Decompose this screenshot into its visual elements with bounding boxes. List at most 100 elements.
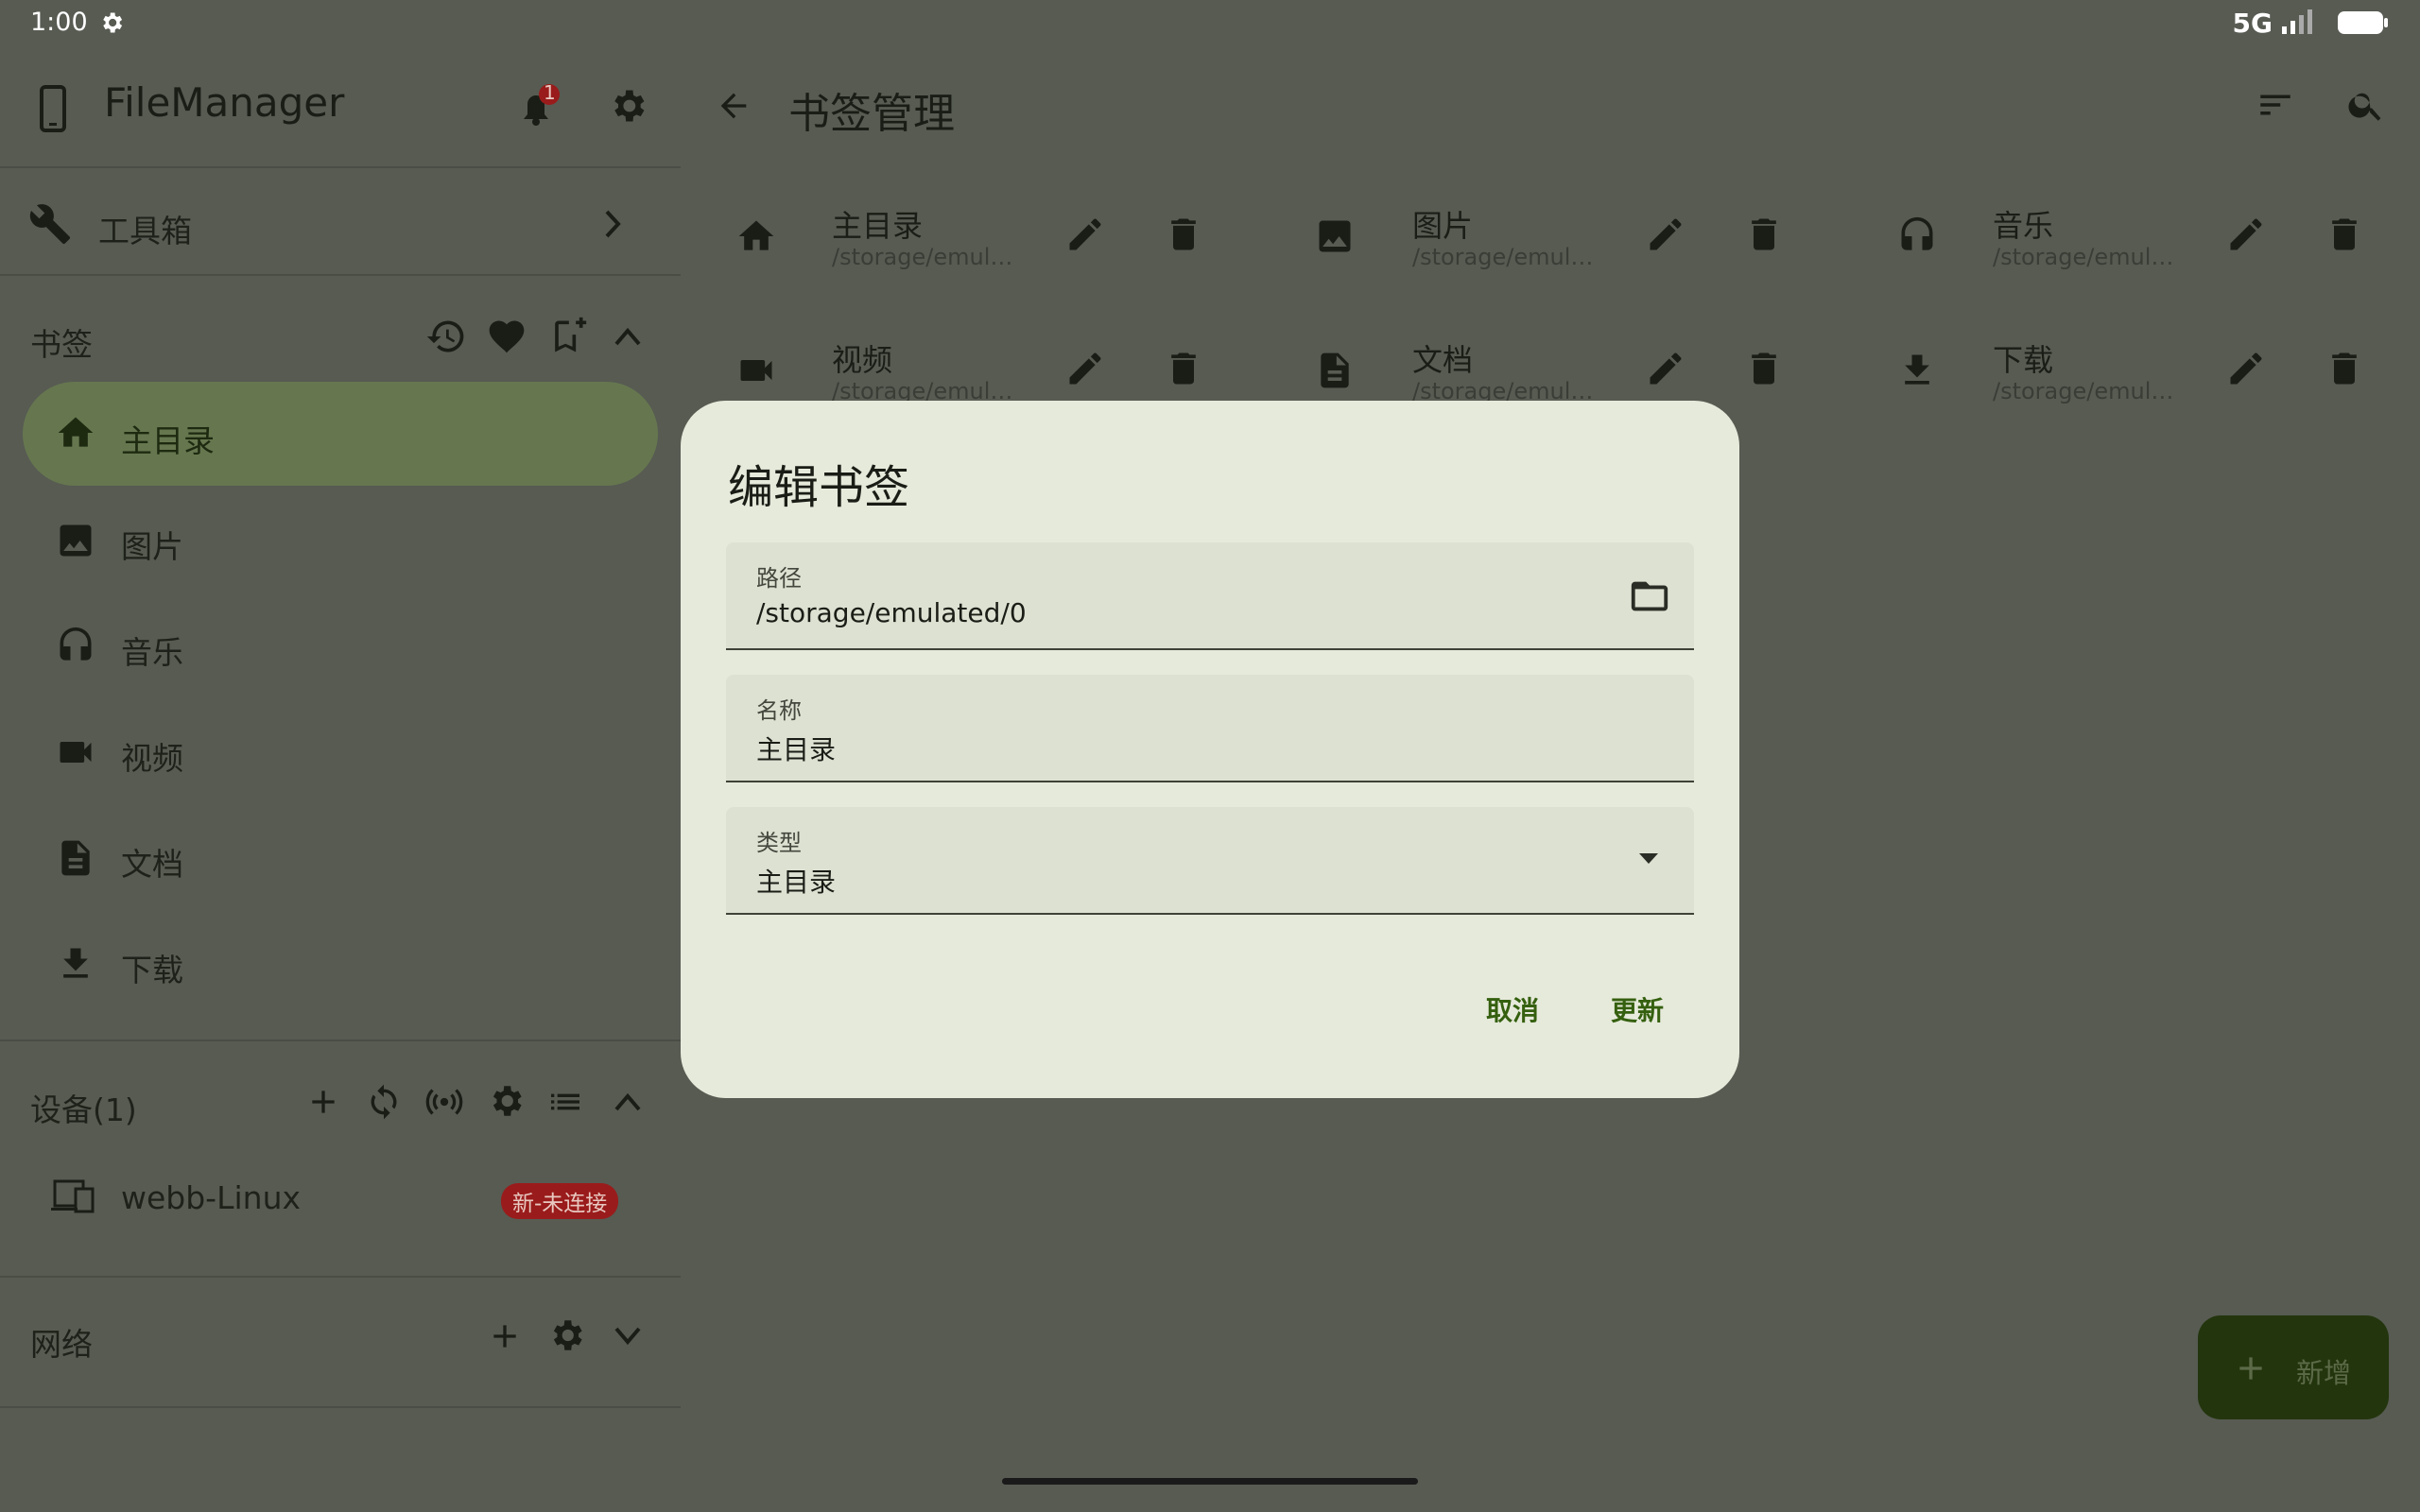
sidebar-item-label: 下载 bbox=[121, 952, 183, 988]
image-icon bbox=[1314, 215, 1356, 257]
headphones-icon bbox=[55, 626, 96, 667]
edit-pencil-icon[interactable] bbox=[1064, 348, 1106, 389]
type-field-value: 主目录 bbox=[756, 867, 837, 898]
document-icon bbox=[1314, 350, 1356, 391]
sync-icon[interactable] bbox=[365, 1083, 403, 1121]
toolbox-row[interactable]: 工具箱 bbox=[0, 168, 681, 282]
network-section-title: 网络 bbox=[30, 1326, 93, 1363]
sidebar-item-music[interactable]: 音乐 bbox=[23, 593, 658, 697]
devices-icon bbox=[51, 1177, 96, 1215]
videocam-icon bbox=[55, 731, 96, 773]
sidebar-item-home[interactable]: 主目录 bbox=[23, 382, 658, 486]
edit-pencil-icon[interactable] bbox=[2225, 214, 2267, 255]
app-title: FileManager bbox=[104, 79, 345, 126]
bookmark-name: 视频 bbox=[832, 342, 893, 378]
sidebar-item-label: 主目录 bbox=[121, 422, 215, 459]
bookmark-name: 下载 bbox=[1993, 342, 2054, 378]
delete-trash-icon[interactable] bbox=[1163, 214, 1204, 255]
wrench-icon bbox=[28, 202, 72, 246]
bookmark-card[interactable]: 文档 /storage/emul… bbox=[1297, 321, 1864, 401]
plus-icon bbox=[2232, 1349, 2270, 1387]
delete-trash-icon[interactable] bbox=[1163, 348, 1204, 389]
edit-pencil-icon[interactable] bbox=[2225, 348, 2267, 389]
delete-trash-icon[interactable] bbox=[2324, 214, 2365, 255]
update-button[interactable]: 更新 bbox=[1611, 990, 1664, 1028]
dialog-title: 编辑书签 bbox=[728, 461, 910, 514]
divider bbox=[0, 1040, 681, 1041]
network-type: 5G bbox=[2232, 8, 2273, 39]
navigation-drawer: FileManager 1 工具箱 书签 主目录 图片 音乐 视频 文档 下载 … bbox=[0, 45, 681, 1444]
home-icon bbox=[735, 215, 777, 257]
status-time: 1:00 bbox=[30, 8, 88, 37]
name-field-value: 主目录 bbox=[756, 734, 837, 765]
bookmark-card[interactable]: 图片 /storage/emul… bbox=[1297, 185, 1864, 289]
sidebar-item-downloads[interactable]: 下载 bbox=[23, 911, 658, 1015]
search-icon[interactable] bbox=[2346, 85, 2386, 125]
sidebar-item-label: 视频 bbox=[121, 740, 183, 777]
notifications-bell-icon[interactable]: 1 bbox=[514, 81, 562, 130]
signal-icon bbox=[2280, 9, 2316, 36]
delete-trash-icon[interactable] bbox=[1743, 214, 1785, 255]
favorite-heart-icon[interactable] bbox=[486, 316, 527, 357]
fab-label: 新增 bbox=[2296, 1357, 2352, 1389]
download-icon bbox=[1896, 350, 1938, 391]
bookmark-name: 图片 bbox=[1412, 208, 1474, 244]
headphones-icon bbox=[1896, 215, 1938, 257]
bookmark-path: /storage/emul… bbox=[1412, 378, 1592, 401]
back-arrow-icon[interactable] bbox=[715, 87, 752, 125]
add-icon[interactable] bbox=[304, 1083, 342, 1121]
devices-section-title: 设备(1) bbox=[30, 1091, 137, 1128]
add-bookmark-fab[interactable]: 新增 bbox=[2198, 1315, 2389, 1419]
sidebar-item-videos[interactable]: 视频 bbox=[23, 699, 658, 803]
bookmark-add-icon[interactable] bbox=[546, 316, 588, 357]
download-icon bbox=[55, 943, 96, 985]
bookmark-path: /storage/emul… bbox=[1412, 244, 1592, 270]
page-title: 书签管理 bbox=[788, 90, 955, 138]
bookmark-path: /storage/emul… bbox=[1993, 244, 2172, 270]
edit-pencil-icon[interactable] bbox=[1064, 214, 1106, 255]
history-icon[interactable] bbox=[425, 316, 467, 357]
type-dropdown[interactable]: 类型 主目录 bbox=[726, 807, 1694, 915]
path-field[interactable]: 路径 /storage/emulated/0 bbox=[726, 542, 1694, 650]
bookmark-path: /storage/emul… bbox=[1993, 378, 2172, 404]
edit-pencil-icon[interactable] bbox=[1645, 214, 1686, 255]
phone-icon bbox=[34, 85, 72, 132]
device-item[interactable]: webb-Linux 新-未连接 bbox=[23, 1149, 658, 1244]
chevron-up-icon[interactable] bbox=[613, 1089, 643, 1115]
bookmark-path: /storage/emul… bbox=[832, 378, 1011, 401]
sidebar-item-label: 图片 bbox=[121, 528, 183, 565]
folder-icon[interactable] bbox=[1628, 575, 1671, 618]
bookmark-name: 主目录 bbox=[832, 208, 924, 244]
name-field[interactable]: 名称 主目录 bbox=[726, 675, 1694, 782]
network-settings-icon[interactable] bbox=[546, 1315, 586, 1355]
bookmark-card[interactable]: 音乐 /storage/emul… bbox=[1876, 185, 2386, 289]
settings-gear-icon[interactable] bbox=[607, 85, 648, 127]
notification-count: 1 bbox=[544, 81, 556, 104]
device-settings-icon[interactable] bbox=[486, 1081, 526, 1121]
edit-pencil-icon[interactable] bbox=[1645, 348, 1686, 389]
dropdown-arrow-icon bbox=[1635, 849, 1662, 868]
status-badge: 新-未连接 bbox=[501, 1183, 619, 1219]
bookmark-card[interactable]: 主目录 /storage/emul… bbox=[718, 185, 1286, 289]
chevron-up-icon[interactable] bbox=[613, 323, 643, 350]
chevron-down-icon[interactable] bbox=[613, 1323, 643, 1349]
delete-trash-icon[interactable] bbox=[2324, 348, 2365, 389]
sidebar-item-label: 音乐 bbox=[121, 634, 183, 671]
cancel-button[interactable]: 取消 bbox=[1486, 990, 1539, 1028]
list-icon[interactable] bbox=[546, 1083, 584, 1121]
sort-icon[interactable] bbox=[2256, 85, 2295, 125]
path-field-label: 路径 bbox=[756, 565, 802, 592]
home-icon bbox=[55, 412, 96, 454]
add-icon[interactable] bbox=[486, 1317, 524, 1355]
home-indicator[interactable] bbox=[1002, 1478, 1418, 1485]
sidebar-item-images[interactable]: 图片 bbox=[23, 488, 658, 592]
bookmark-card[interactable]: 视频 /storage/emul… bbox=[718, 321, 1286, 401]
delete-trash-icon[interactable] bbox=[1743, 348, 1785, 389]
broadcast-icon[interactable] bbox=[425, 1083, 463, 1121]
image-icon bbox=[55, 520, 96, 561]
settings-status-icon bbox=[98, 9, 125, 36]
bookmark-card[interactable]: 下载 /storage/emul… bbox=[1876, 321, 2386, 425]
divider bbox=[0, 274, 681, 276]
sidebar-item-documents[interactable]: 文档 bbox=[23, 805, 658, 909]
edit-bookmark-dialog: 编辑书签 路径 /storage/emulated/0 名称 主目录 类型 主目… bbox=[681, 401, 1739, 1098]
